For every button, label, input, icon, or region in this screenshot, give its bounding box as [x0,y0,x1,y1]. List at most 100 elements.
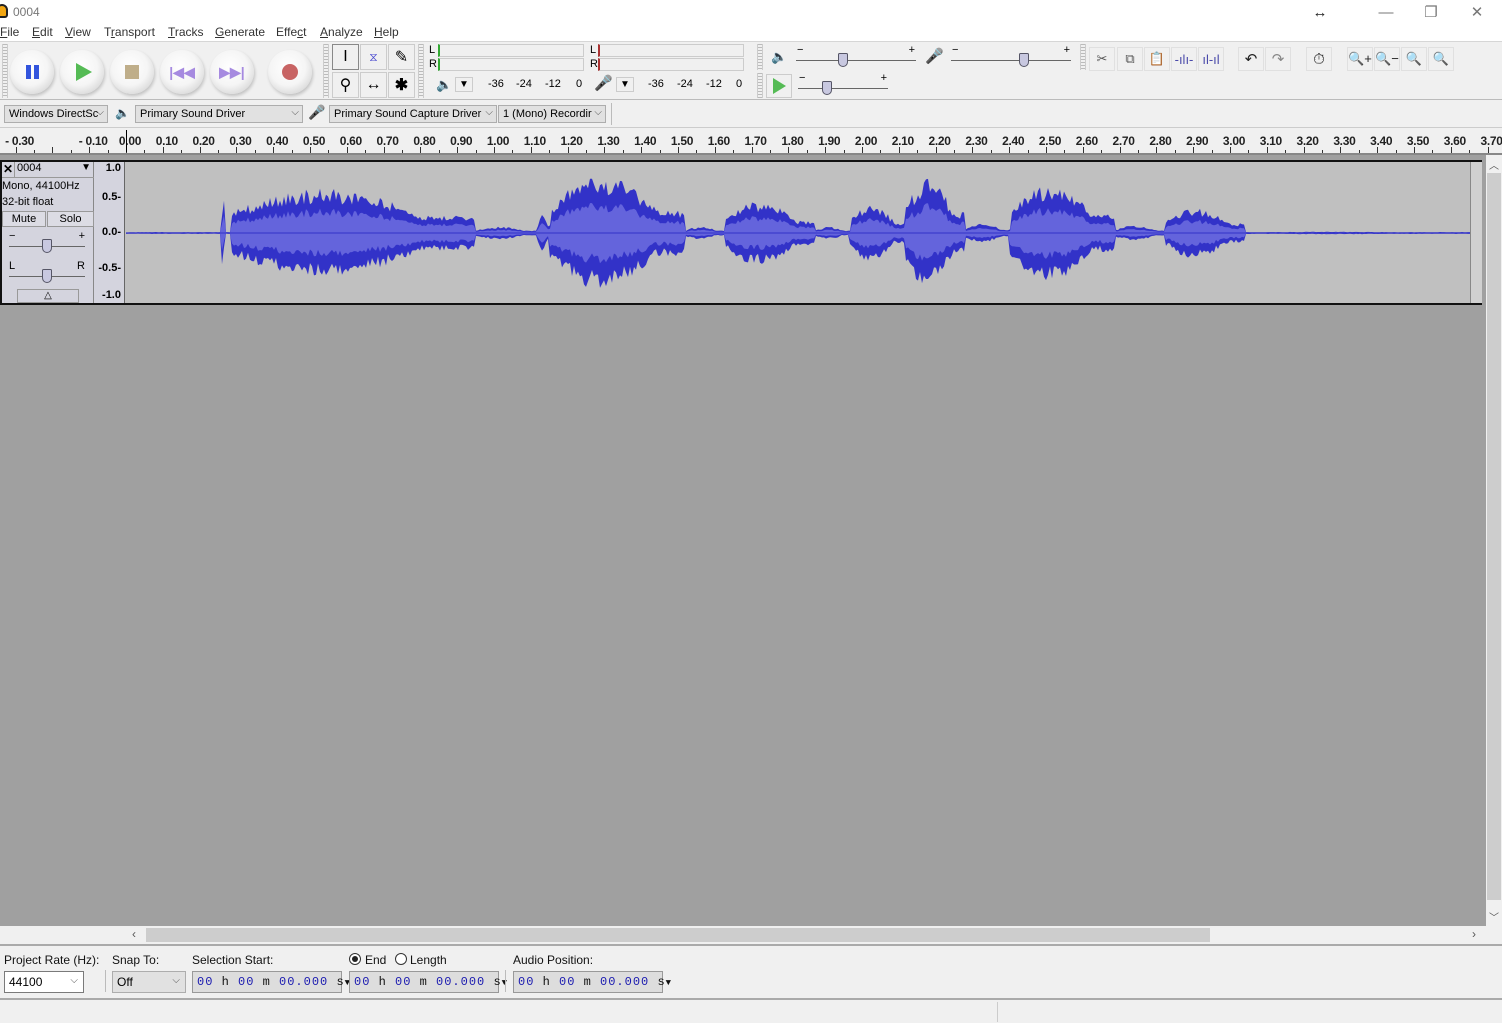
meter-channel-label: L [590,44,597,56]
play-button[interactable] [60,50,104,94]
menu-view[interactable]: View [65,25,91,39]
slider-thumb[interactable] [42,269,52,283]
ruler-tick [1064,150,1066,153]
track-pan-slider[interactable]: L R [9,260,85,286]
menu-tracks[interactable]: Tracks [168,25,204,39]
audio-track[interactable]: ✕ 0004 ▼ Mono, 44100Hz 32-bit float Mute … [0,160,1482,305]
menu-transport[interactable]: Transport [104,25,155,39]
length-radio[interactable] [395,953,407,965]
menu-generate[interactable]: Generate [215,25,265,39]
time-shift-tool[interactable]: ↔ [360,72,387,98]
play-head-indicator[interactable] [126,130,127,152]
scroll-right-icon[interactable]: › [1472,927,1476,941]
ruler-tick [457,147,459,153]
playback-meter-right[interactable] [438,58,584,71]
skip-to-end-button[interactable]: ▶▶| [210,50,254,94]
menu-effect[interactable]: Effect [276,25,306,39]
toolbar-grip[interactable] [1080,44,1086,70]
draw-tool[interactable]: ✎ [388,44,415,70]
scroll-left-icon[interactable]: ‹ [132,927,136,941]
snap-to-select[interactable]: Off ⌵ [112,971,186,993]
menu-analyze[interactable]: Analyze [320,25,363,39]
slider-thumb[interactable] [837,53,848,67]
toolbar-grip[interactable] [757,73,763,98]
track-menu-button[interactable]: 0004 ▼ [16,162,94,177]
audio-host-select[interactable]: Windows DirectSc ⌵ [4,105,108,123]
copy-button[interactable]: ⧉ [1117,47,1143,71]
cut-button[interactable]: ✂ [1089,47,1115,71]
playback-meter-menu-button[interactable]: ▼ [455,77,473,92]
plus-label: + [78,230,85,242]
chevron-down-icon: ▼ [81,162,91,173]
horizontal-scrollbar[interactable]: ‹ › [130,927,1486,943]
play-at-speed-button[interactable] [766,74,792,98]
ruler-tick [1266,147,1268,153]
toolbar-grip[interactable] [757,44,763,70]
fit-selection-button[interactable]: 🔍 [1401,47,1427,71]
paste-button[interactable]: 📋 [1144,47,1170,71]
ruler-tick [34,150,35,153]
recording-device-select[interactable]: Primary Sound Capture Driver ⌵ [329,105,497,123]
slider-thumb[interactable] [1019,53,1030,67]
zoom-out-button[interactable]: 🔍− [1374,47,1400,71]
envelope-tool[interactable]: ⧖ [360,44,387,70]
maximize-button[interactable]: ❐ [1408,0,1454,24]
silence-button[interactable]: ıl-ıl [1198,47,1224,71]
fit-project-button[interactable]: 🔍 [1428,47,1454,71]
project-rate-select[interactable]: 44100 ⌵ [4,971,84,993]
record-meter-menu-button[interactable]: ▼ [616,77,634,92]
sync-lock-button[interactable]: ⏱ [1306,47,1332,71]
selection-start-time[interactable]: 00 h 00 m 00.000 s▼ [192,971,350,993]
track-close-button[interactable]: ✕ [3,162,15,177]
record-meter-right[interactable] [598,58,744,71]
playback-volume-slider[interactable]: − + [796,44,916,70]
toolbar-grip[interactable] [2,44,8,98]
scroll-up-icon[interactable]: ︿ [1489,157,1499,172]
multi-tool[interactable]: ✱ [388,72,415,98]
collapse-track-button[interactable]: △ [17,289,79,303]
toolbar-grip[interactable] [418,44,424,98]
skip-to-start-button[interactable]: |◀◀ [160,50,204,94]
pause-button[interactable] [10,50,54,94]
vertical-amplitude-ruler[interactable]: 1.0 0.5- 0.0- -0.5- -1.0 [94,162,125,303]
timeline-ruler[interactable]: - 0.30 - 0.10 0.00 0.10 0.20 0.30 0.40 0.50 0.60… [0,128,1502,155]
end-radio[interactable] [349,953,361,965]
selection-end-time[interactable]: 00 h 00 m 00.000 s▼ [349,971,507,993]
format-menu-icon[interactable]: ▼ [666,978,672,988]
close-button[interactable]: ✕ [1454,0,1500,24]
playback-meter-left[interactable] [438,44,584,57]
play-speed-slider[interactable]: − + [798,72,888,98]
playback-device-select[interactable]: Primary Sound Driver ⌵ [135,105,303,123]
undo-button[interactable]: ↶ [1238,47,1264,71]
menu-file[interactable]: File [0,25,19,39]
vertical-scrollbar[interactable]: ︿ ﹀ [1486,155,1502,926]
menu-help[interactable]: Help [374,25,399,39]
microphone-icon: 🎤 [594,75,613,92]
minimize-button[interactable]: — [1363,0,1409,24]
record-button[interactable] [268,50,312,94]
horizontal-scroll-thumb[interactable] [146,928,1210,942]
slider-thumb[interactable] [822,81,832,95]
record-volume-slider[interactable]: − + [951,44,1071,70]
redo-button[interactable]: ↷ [1265,47,1291,71]
vertical-scroll-thumb[interactable] [1487,173,1501,900]
mute-button[interactable]: Mute [2,211,46,227]
slider-thumb[interactable] [42,239,52,253]
waveform[interactable] [126,162,1470,303]
track-resize-edge[interactable] [1470,162,1482,303]
track-gain-slider[interactable]: − + [9,230,85,256]
zoom-tool[interactable]: ⚲ [332,72,359,98]
zoom-in-button[interactable]: 🔍+ [1347,47,1373,71]
menu-bar: File Edit View Transport Tracks Generate… [0,24,1502,42]
trim-button[interactable]: -ılı- [1171,47,1197,71]
audio-position-time[interactable]: 00 h 00 m 00.000 s▼ [513,971,671,993]
record-meter-left[interactable] [598,44,744,57]
double-arrow-icon: ↔ [365,76,382,93]
menu-edit[interactable]: Edit [32,25,53,39]
scroll-down-icon[interactable]: ﹀ [1489,909,1499,924]
recording-channels-select[interactable]: 1 (Mono) Recordir ⌵ [498,105,606,123]
toolbar-grip[interactable] [323,44,329,98]
selection-tool[interactable]: I [332,44,359,70]
solo-button[interactable]: Solo [47,211,94,227]
stop-button[interactable] [110,50,154,94]
